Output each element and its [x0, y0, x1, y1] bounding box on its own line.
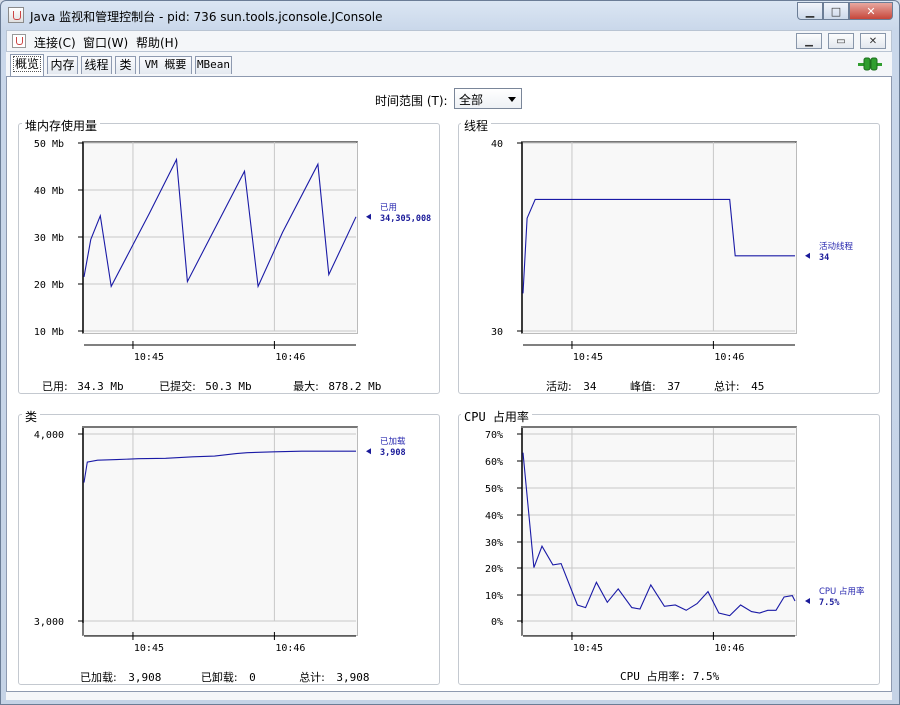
cpu-chart: 0% 10% 20% 30% 40% 50% 60% 70% 10:45 10:46 CPU 占用率… — [485, 428, 865, 654]
cpu-stats: CPU 占用率: 7.5% — [620, 670, 720, 683]
cpu-marker-value: 7.5% — [819, 598, 840, 608]
x-tick-label: 10:46 — [714, 643, 744, 654]
y-tick-label: 10% — [485, 591, 503, 602]
cpu-value-marker — [805, 597, 810, 604]
cpu-series-line — [522, 452, 796, 617]
y-tick-label: 20% — [485, 564, 503, 575]
y-tick-label: 30% — [485, 538, 503, 549]
y-tick-label: 40% — [485, 511, 503, 522]
y-tick-label: 70% — [485, 430, 503, 441]
cpu-marker-label: CPU 占用率 — [819, 586, 865, 597]
y-tick-label: 0% — [491, 617, 503, 628]
window-bottom-border — [6, 692, 892, 700]
y-tick-label: 50% — [485, 484, 503, 495]
y-tick-label: 60% — [485, 457, 503, 468]
x-tick-label: 10:45 — [573, 643, 603, 654]
